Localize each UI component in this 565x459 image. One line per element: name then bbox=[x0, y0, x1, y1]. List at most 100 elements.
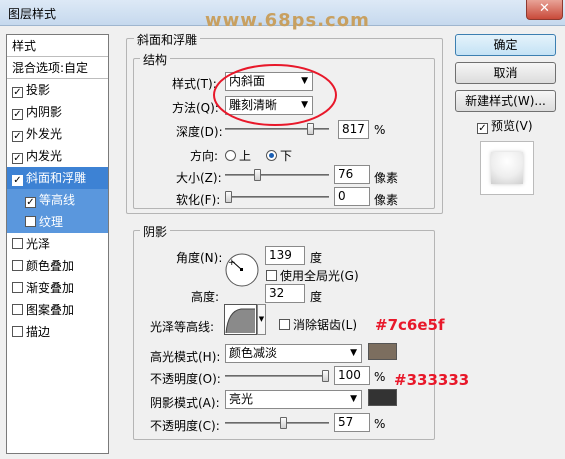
sidebar-item-label: 投影 bbox=[26, 83, 51, 97]
sidebar-item[interactable]: ✓ 内阴影 bbox=[7, 101, 108, 123]
preview-label: 预览(V) bbox=[491, 119, 533, 133]
checkbox-icon[interactable] bbox=[12, 282, 23, 293]
shadow-mode-label: 阴影模式(A): bbox=[150, 396, 220, 410]
angle-label: 角度(N): bbox=[176, 251, 223, 265]
direction-down-label: 下 bbox=[280, 149, 293, 163]
sidebar-item-label: 图案叠加 bbox=[26, 303, 75, 317]
highlight-mode-select[interactable]: 颜色减淡 ▼ bbox=[225, 344, 362, 363]
sidebar-item-label: 等高线 bbox=[39, 193, 76, 207]
global-light-label: 使用全局光(G) bbox=[280, 269, 359, 283]
sidebar-item[interactable]: 渐变叠加 bbox=[7, 277, 108, 299]
highlight-opacity-slider-knob[interactable] bbox=[322, 370, 329, 382]
sidebar-item[interactable]: ✓ 等高线 bbox=[7, 189, 108, 211]
checkbox-icon[interactable]: ✓ bbox=[12, 87, 23, 98]
sidebar-item[interactable]: ✓ 斜面和浮雕 bbox=[7, 167, 108, 189]
style-list: 样式 混合选项:自定 ✓ 投影 ✓ 内阴影 ✓ 外发光 ✓ 内发光 ✓ 斜面和浮雕 ✓ 等高线 纹理 光泽 颜色… bbox=[6, 34, 109, 454]
checkbox-icon[interactable] bbox=[12, 238, 23, 249]
sidebar-item-label: 渐变叠加 bbox=[26, 281, 75, 295]
shadow-mode-select[interactable]: 亮光 ▼ bbox=[225, 390, 362, 409]
sidebar-item-label: 斜面和浮雕 bbox=[26, 171, 87, 185]
direction-up-label: 上 bbox=[239, 149, 252, 163]
sidebar-item-label: 纹理 bbox=[39, 215, 64, 229]
sidebar-item-label: 颜色叠加 bbox=[26, 259, 75, 273]
checkbox-icon[interactable]: ✓ bbox=[25, 197, 36, 208]
chevron-down-icon: ▼ bbox=[350, 394, 357, 404]
highlight-mode-label: 高光模式(H): bbox=[150, 350, 221, 364]
highlight-color-swatch[interactable] bbox=[368, 343, 397, 360]
chevron-down-icon: ▼ bbox=[350, 348, 357, 358]
depth-slider-knob[interactable] bbox=[307, 123, 314, 135]
angle-unit: 度 bbox=[310, 251, 323, 265]
chevron-down-icon: ▼ bbox=[258, 315, 265, 323]
checkbox-icon[interactable] bbox=[25, 216, 36, 227]
gloss-contour-picker[interactable] bbox=[224, 304, 257, 335]
structure-title: 结构 bbox=[140, 51, 171, 68]
checkbox-icon[interactable] bbox=[12, 326, 23, 337]
global-light-checkbox[interactable]: 使用全局光(G) bbox=[266, 267, 359, 284]
size-unit: 像素 bbox=[374, 171, 399, 185]
preview-swatch bbox=[491, 152, 523, 184]
direction-down-radio[interactable]: 下 bbox=[266, 147, 292, 164]
size-slider-knob[interactable] bbox=[254, 169, 261, 181]
depth-input[interactable]: 817 bbox=[338, 120, 369, 139]
angle-input[interactable]: 139 bbox=[265, 246, 305, 265]
sidebar-item[interactable]: 描边 bbox=[7, 321, 108, 343]
sidebar-item[interactable]: 颜色叠加 bbox=[7, 255, 108, 277]
shadow-opacity-input[interactable]: 57 bbox=[334, 413, 370, 432]
soften-slider[interactable] bbox=[225, 191, 329, 203]
close-button[interactable]: ✕ bbox=[526, 0, 563, 20]
radio-down-icon bbox=[266, 150, 277, 161]
shadow-opacity-label: 不透明度(C): bbox=[150, 419, 220, 433]
sidebar-item-label: 描边 bbox=[26, 325, 51, 339]
shadow-opacity-unit: % bbox=[374, 417, 386, 431]
sidebar-item[interactable]: 纹理 bbox=[7, 211, 108, 233]
highlight-mode-value: 颜色减淡 bbox=[229, 346, 278, 360]
antialias-checkbox[interactable]: 消除锯齿(L) bbox=[279, 316, 357, 333]
size-slider[interactable] bbox=[225, 169, 329, 181]
size-label: 大小(Z): bbox=[176, 171, 222, 185]
sidebar-item[interactable]: 样式 bbox=[7, 35, 108, 57]
soften-unit: 像素 bbox=[374, 193, 399, 207]
sidebar-item[interactable]: ✓ 投影 bbox=[7, 79, 108, 101]
contour-curve-icon bbox=[225, 308, 255, 334]
checkbox-icon[interactable]: ✓ bbox=[12, 153, 23, 164]
shadow-opacity-slider[interactable] bbox=[225, 417, 329, 429]
soften-slider-knob[interactable] bbox=[225, 191, 232, 203]
depth-slider[interactable] bbox=[225, 123, 329, 135]
sidebar-item-label: 样式 bbox=[12, 39, 37, 53]
shading-title: 阴影 bbox=[140, 223, 171, 240]
size-input[interactable]: 76 bbox=[334, 165, 370, 184]
preview-checkbox[interactable]: ✓ 预览(V) bbox=[477, 117, 533, 134]
sidebar-item[interactable]: ✓ 外发光 bbox=[7, 123, 108, 145]
bevel-emboss-title: 斜面和浮雕 bbox=[134, 31, 201, 48]
sidebar-item[interactable]: ✓ 内发光 bbox=[7, 145, 108, 167]
checkbox-icon[interactable] bbox=[12, 304, 23, 315]
direction-up-radio[interactable]: 上 bbox=[225, 147, 251, 164]
soften-input[interactable]: 0 bbox=[334, 187, 370, 206]
sidebar-item[interactable]: 图案叠加 bbox=[7, 299, 108, 321]
checkbox-icon: ✓ bbox=[477, 123, 488, 134]
angle-dial[interactable]: + bbox=[224, 252, 260, 288]
highlight-opacity-slider[interactable] bbox=[225, 370, 329, 382]
sidebar-item[interactable]: 混合选项:自定 bbox=[7, 57, 108, 79]
watermark: www.68ps.com bbox=[205, 10, 370, 31]
shadow-mode-value: 亮光 bbox=[229, 392, 254, 406]
depth-unit: % bbox=[374, 123, 386, 137]
altitude-input[interactable]: 32 bbox=[265, 284, 305, 303]
cancel-button[interactable]: 取消 bbox=[455, 62, 556, 84]
highlight-ellipse-annotation bbox=[213, 64, 337, 126]
gloss-contour-label: 光泽等高线: bbox=[150, 320, 215, 334]
checkbox-icon bbox=[279, 319, 290, 330]
checkbox-icon[interactable]: ✓ bbox=[12, 131, 23, 142]
sidebar-item[interactable]: 光泽 bbox=[7, 233, 108, 255]
checkbox-icon[interactable] bbox=[12, 260, 23, 271]
highlight-opacity-input[interactable]: 100 bbox=[334, 366, 370, 385]
ok-button[interactable]: 确定 bbox=[455, 34, 556, 56]
checkbox-icon[interactable]: ✓ bbox=[12, 109, 23, 120]
shadow-color-swatch[interactable] bbox=[368, 389, 397, 406]
shadow-opacity-slider-knob[interactable] bbox=[280, 417, 287, 429]
contour-dropdown-arrow[interactable]: ▼ bbox=[257, 304, 266, 335]
style-preview-thumbnail bbox=[480, 141, 534, 195]
checkbox-icon[interactable]: ✓ bbox=[12, 175, 23, 186]
new-style-button[interactable]: 新建样式(W)... bbox=[455, 90, 556, 112]
